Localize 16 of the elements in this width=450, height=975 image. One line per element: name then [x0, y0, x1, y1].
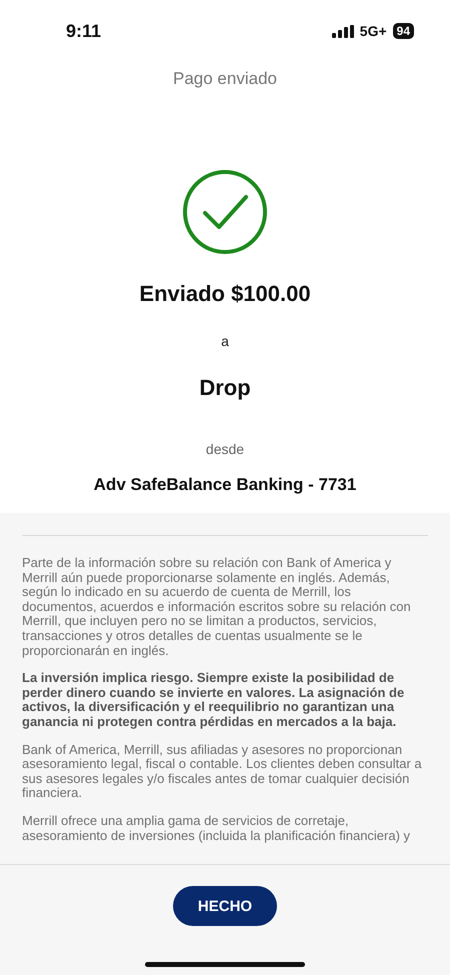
- done-button[interactable]: HECHO: [173, 886, 277, 926]
- account-name: Adv SafeBalance Banking - 7731: [94, 475, 356, 495]
- network-label: 5G+: [360, 23, 387, 39]
- status-time: 9:11: [66, 20, 102, 42]
- check-circle-icon: [182, 169, 268, 255]
- connector-text: a: [221, 333, 229, 349]
- amount-sent: Enviado $100.00: [139, 281, 311, 307]
- disclosure-paragraph: Merrill ofrece una amplia gama de servicios de corretaje, asesoramiento de inversiones (incluida la planificación financiera) y: [22, 814, 412, 844]
- from-label: desde: [206, 441, 244, 457]
- disclosure-paragraph: La inversión implica riesgo. Siempre existe la posibilidad de perder dinero cuando se invierte en valores. La asignación de activos, la diversificación y el reequilibrio no garantizan una ganancia ni protegen contra pérdidas en mercados a la baja.: [22, 671, 406, 730]
- battery-level: 94: [392, 23, 414, 39]
- signal-icon: [332, 24, 354, 38]
- disclosure-paragraph: Bank of America, Merrill, sus afiliadas y asesores no proporcionan asesoramiento legal, fiscal o contable. Los clientes deben consultar a sus asesores legales y/o fiscales antes de tomar cualquier decisión financiera.: [22, 742, 423, 801]
- recipient-name: Drop: [199, 375, 251, 401]
- page-title: Pago enviado: [172, 69, 278, 89]
- disclosure-paragraph: Parte de la información sobre su relación con Bank of America y Merrill aún puede proporcionarse solamente en inglés. Además, según lo indicado en su acuerdo de cuenta de Merrill, los documentos, acuerdos e información escritos sobre su relación con Merrill, que incluyen pero no se limitan a productos, servicios, transacciones y otros detalles de cuentas usualmente se le proporcionarán en inglés.: [22, 556, 412, 658]
